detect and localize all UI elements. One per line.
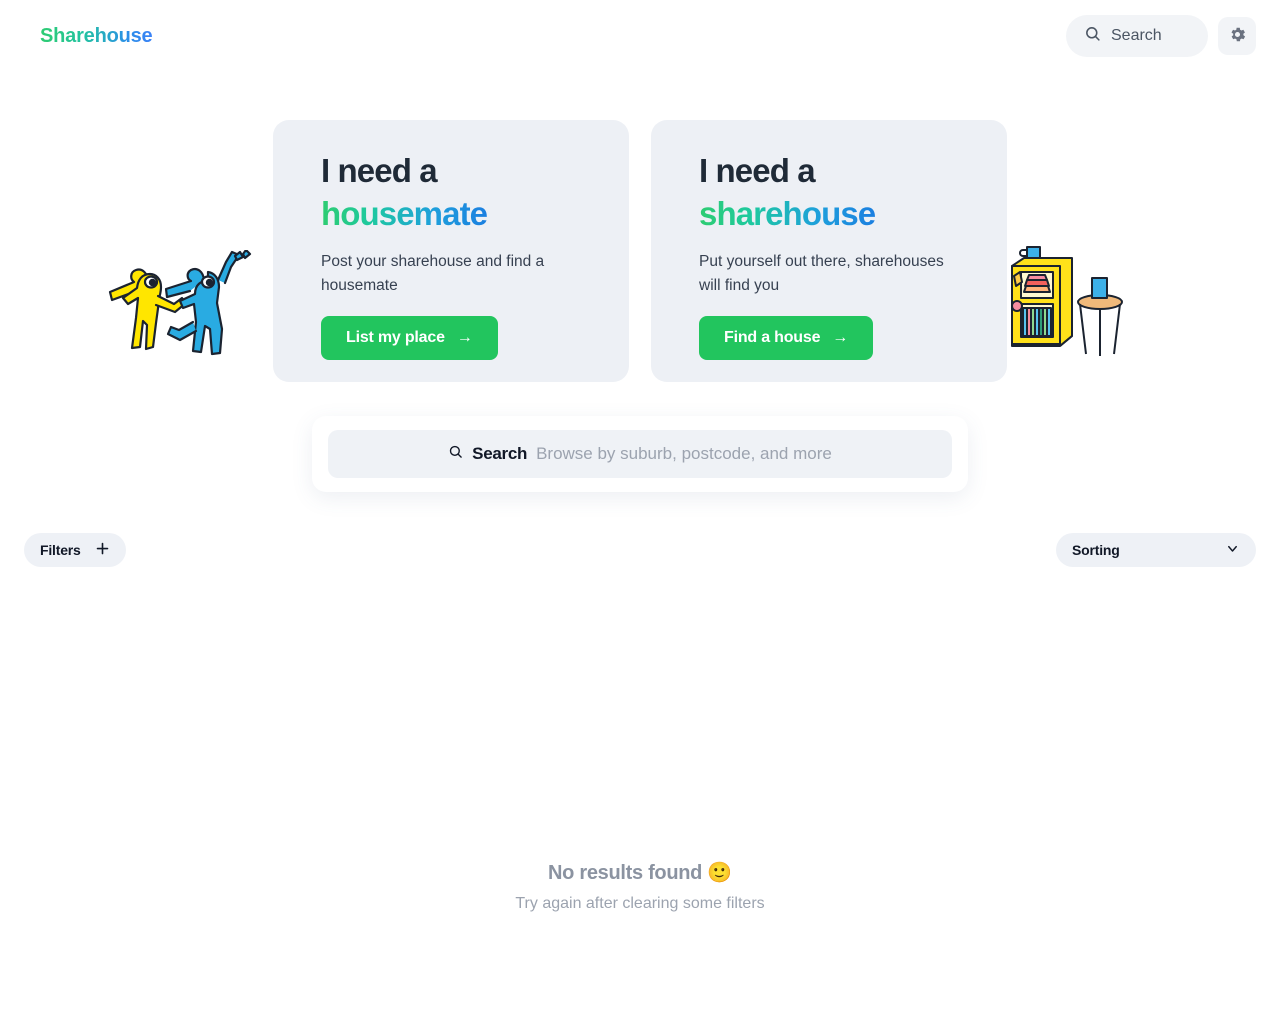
card-title-line2: housemate bbox=[321, 194, 488, 232]
empty-state-title: No results found 🙂 bbox=[548, 862, 732, 884]
header-search-button[interactable]: Search bbox=[1066, 15, 1208, 57]
find-a-house-label: Find a house bbox=[724, 328, 821, 346]
filters-button[interactable]: Filters bbox=[24, 533, 126, 567]
sorting-dropdown[interactable]: Sorting bbox=[1056, 533, 1256, 567]
two-people-waving-illustration bbox=[92, 248, 264, 373]
search-input[interactable]: Search Browse by suburb, postcode, and m… bbox=[328, 430, 952, 478]
search-icon bbox=[448, 444, 463, 464]
card-description-sharehouse: Put yourself out there, sharehouses will… bbox=[699, 252, 944, 294]
empty-state-subtitle: Try again after clearing some filters bbox=[515, 895, 765, 912]
header-search-label: Search bbox=[1111, 27, 1162, 44]
bookshelf-and-stool-illustration bbox=[1000, 240, 1132, 371]
hero-section: I need a housemate Post your sharehouse … bbox=[0, 100, 1280, 400]
card-title-line1: I need a bbox=[321, 152, 438, 189]
list-my-place-button[interactable]: List my place → bbox=[321, 315, 498, 360]
card-description-housemate: Post your sharehouse and find a housemat… bbox=[321, 252, 545, 294]
settings-button[interactable] bbox=[1218, 17, 1256, 55]
plus-icon bbox=[95, 541, 110, 559]
list-my-place-label: List my place bbox=[346, 328, 445, 346]
header-actions: Search bbox=[1066, 15, 1256, 57]
chevron-down-icon bbox=[1225, 541, 1240, 559]
app-header: Sharehouse Search bbox=[0, 0, 1280, 72]
card-title-sharehouse: I need a sharehouse bbox=[699, 150, 1007, 236]
find-a-house-button[interactable]: Find a house → bbox=[699, 315, 874, 360]
card-title-line1: I need a bbox=[699, 152, 816, 189]
search-label: Search bbox=[472, 444, 528, 463]
results-controls: Filters Sorting bbox=[0, 532, 1280, 568]
hero-cards: I need a housemate Post your sharehouse … bbox=[273, 120, 1007, 382]
empty-state: No results found 🙂 Try again after clear… bbox=[0, 860, 1280, 913]
search-panel: Search Browse by suburb, postcode, and m… bbox=[312, 416, 968, 492]
arrow-right-icon: → bbox=[832, 328, 849, 346]
card-need-sharehouse: I need a sharehouse Put yourself out the… bbox=[651, 120, 1007, 382]
search-icon bbox=[1084, 25, 1101, 47]
filters-label: Filters bbox=[40, 542, 81, 558]
brand-logo[interactable]: Sharehouse bbox=[40, 25, 153, 48]
card-title-housemate: I need a housemate bbox=[321, 150, 629, 236]
card-title-line2: sharehouse bbox=[699, 194, 876, 232]
gear-icon bbox=[1228, 25, 1247, 47]
arrow-right-icon: → bbox=[456, 328, 473, 346]
card-need-housemate: I need a housemate Post your sharehouse … bbox=[273, 120, 629, 382]
sorting-label: Sorting bbox=[1072, 542, 1120, 558]
search-placeholder: Browse by suburb, postcode, and more bbox=[536, 444, 832, 463]
